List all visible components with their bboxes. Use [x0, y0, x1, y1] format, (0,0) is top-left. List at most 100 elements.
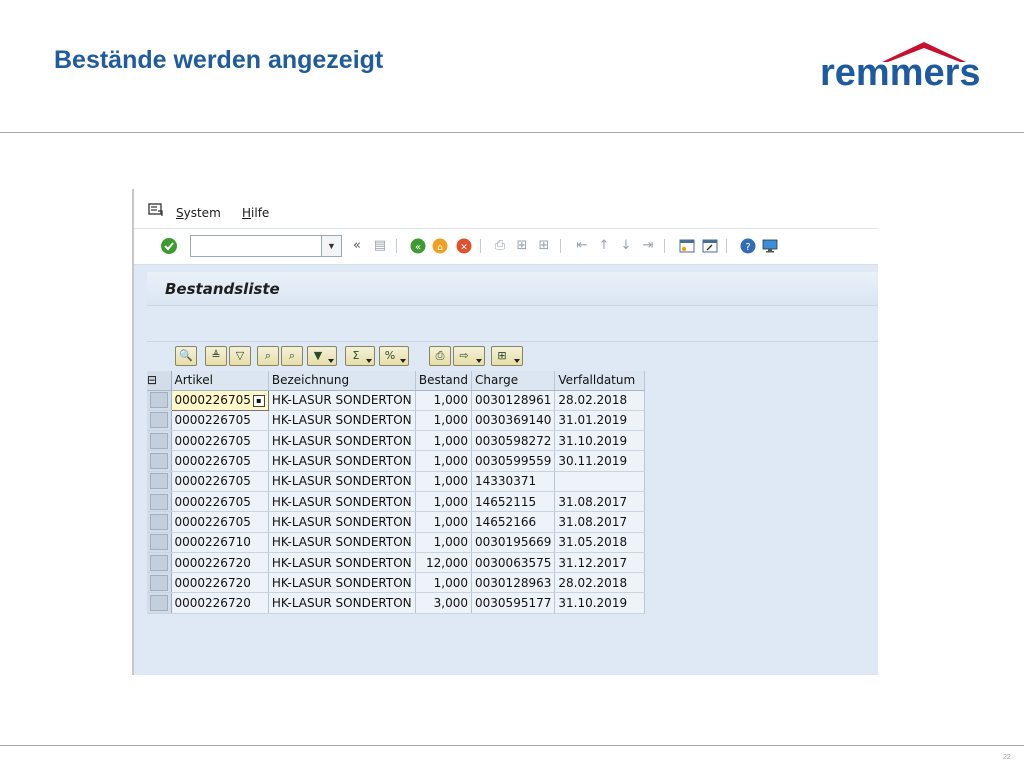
- cell-charge[interactable]: 0030598272: [471, 430, 556, 452]
- cell-bestand[interactable]: 3,000: [415, 592, 473, 614]
- print-icon[interactable]: ⎙: [492, 238, 508, 254]
- column-header-charge[interactable]: Charge: [471, 371, 556, 391]
- customize-layout-icon[interactable]: [762, 238, 778, 254]
- first-page-icon[interactable]: ⇤: [574, 238, 590, 254]
- cell-charge[interactable]: 0030369140: [471, 410, 556, 432]
- cell-bezeichnung[interactable]: HK-LASUR SONDERTON: [268, 491, 416, 513]
- cell-verfalldatum[interactable]: 31.10.2019: [554, 430, 646, 452]
- help-icon[interactable]: ?: [740, 238, 756, 254]
- cell-bezeichnung[interactable]: HK-LASUR SONDERTON: [268, 592, 416, 614]
- cell-bestand[interactable]: 1,000: [415, 532, 473, 553]
- exit-icon[interactable]: ⌂: [432, 238, 448, 254]
- cell-verfalldatum[interactable]: 31.05.2018: [554, 532, 646, 553]
- layout-button[interactable]: ⊞: [491, 346, 523, 366]
- cell-bestand[interactable]: 12,000: [415, 552, 473, 574]
- cell-bezeichnung[interactable]: HK-LASUR SONDERTON: [268, 410, 416, 432]
- sort-ascending-button[interactable]: ≜: [205, 346, 227, 366]
- cancel-icon[interactable]: ✕: [456, 238, 472, 254]
- table-row[interactable]: 0000226720 HK-LASUR SONDERTON 1,000 0030…: [147, 572, 646, 594]
- table-row[interactable]: 0000226705 HK-LASUR SONDERTON 1,000 0030…: [147, 430, 646, 452]
- row-selector[interactable]: [147, 592, 172, 614]
- cell-artikel[interactable]: 0000226710: [171, 532, 269, 553]
- row-selector[interactable]: [147, 552, 172, 574]
- row-selector[interactable]: [147, 390, 172, 411]
- find-next-icon[interactable]: ⊞: [536, 238, 552, 254]
- export-button[interactable]: ⇨: [453, 346, 485, 366]
- cell-artikel[interactable]: 0000226720: [171, 592, 269, 614]
- cell-artikel[interactable]: 0000226705: [171, 491, 269, 513]
- column-header-artikel[interactable]: Artikel: [171, 371, 269, 391]
- table-row[interactable]: 0000226705 HK-LASUR SONDERTON 1,000 0030…: [147, 410, 646, 432]
- cell-bezeichnung[interactable]: HK-LASUR SONDERTON: [268, 430, 416, 452]
- cell-bestand[interactable]: 1,000: [415, 390, 473, 411]
- table-row[interactable]: 0000226705 HK-LASUR SONDERTON 1,000 1465…: [147, 511, 646, 533]
- details-button[interactable]: 🔍: [175, 346, 197, 366]
- value-help-icon[interactable]: ▪: [252, 394, 265, 407]
- select-all-icon[interactable]: ⊟: [147, 371, 172, 391]
- cell-bezeichnung[interactable]: HK-LASUR SONDERTON: [268, 511, 416, 533]
- menu-hilfe[interactable]: Hilfe: [242, 206, 269, 220]
- previous-page-icon[interactable]: ↑: [596, 238, 612, 254]
- next-page-icon[interactable]: ↓: [618, 238, 634, 254]
- cell-charge[interactable]: 0030128961: [471, 390, 556, 411]
- menu-window-icon[interactable]: [148, 203, 164, 217]
- cell-charge[interactable]: 14652166: [471, 511, 556, 533]
- cell-artikel[interactable]: 0000226720: [171, 572, 269, 594]
- save-icon[interactable]: ▤: [372, 238, 388, 254]
- cell-bestand[interactable]: 1,000: [415, 450, 473, 472]
- table-row[interactable]: 0000226720 HK-LASUR SONDERTON 12,000 003…: [147, 552, 646, 574]
- row-selector[interactable]: [147, 430, 172, 452]
- cell-charge[interactable]: 0030063575: [471, 552, 556, 574]
- cell-artikel[interactable]: 0000226705: [171, 430, 269, 452]
- cell-artikel[interactable]: 0000226705 ▪: [170, 389, 269, 411]
- cell-bezeichnung[interactable]: HK-LASUR SONDERTON: [268, 390, 416, 411]
- cell-charge[interactable]: 0030599559: [471, 450, 556, 472]
- cell-verfalldatum[interactable]: 28.02.2018: [554, 390, 646, 411]
- row-selector[interactable]: [147, 471, 172, 492]
- column-header-bestand[interactable]: Bestand: [415, 371, 473, 391]
- find-button[interactable]: ⌕: [257, 346, 279, 366]
- table-row[interactable]: 0000226720 HK-LASUR SONDERTON 3,000 0030…: [147, 592, 646, 614]
- cell-bezeichnung[interactable]: HK-LASUR SONDERTON: [268, 552, 416, 574]
- row-selector[interactable]: [147, 491, 172, 513]
- shortcut-icon[interactable]: [702, 238, 718, 254]
- cell-bestand[interactable]: 1,000: [415, 410, 473, 432]
- cell-verfalldatum[interactable]: 31.01.2019: [554, 410, 646, 432]
- table-row[interactable]: 0000226705 HK-LASUR SONDERTON 1,000 1433…: [147, 471, 646, 492]
- cell-bezeichnung[interactable]: HK-LASUR SONDERTON: [268, 450, 416, 472]
- find-icon[interactable]: ⊞: [514, 238, 530, 254]
- cell-verfalldatum[interactable]: 31.08.2017: [554, 511, 646, 533]
- cell-bestand[interactable]: 1,000: [415, 491, 473, 513]
- cell-bestand[interactable]: 1,000: [415, 471, 473, 492]
- cell-bestand[interactable]: 1,000: [415, 572, 473, 594]
- create-session-icon[interactable]: [679, 238, 695, 254]
- cell-artikel[interactable]: 0000226705: [171, 410, 269, 432]
- cell-charge[interactable]: 14330371: [471, 471, 556, 492]
- cell-verfalldatum[interactable]: 28.02.2018: [554, 572, 646, 594]
- cell-charge[interactable]: 14652115: [471, 491, 556, 513]
- command-dropdown-icon[interactable]: ▼: [321, 236, 341, 256]
- row-selector[interactable]: [147, 572, 172, 594]
- table-row[interactable]: 0000226710 HK-LASUR SONDERTON 1,000 0030…: [147, 532, 646, 553]
- subtotal-button[interactable]: %: [379, 346, 409, 366]
- row-selector[interactable]: [147, 532, 172, 553]
- table-row[interactable]: 0000226705 HK-LASUR SONDERTON 1,000 1465…: [147, 491, 646, 513]
- cell-bestand[interactable]: 1,000: [415, 511, 473, 533]
- cell-charge[interactable]: 0030128963: [471, 572, 556, 594]
- cell-charge[interactable]: 0030195669: [471, 532, 556, 553]
- cell-bezeichnung[interactable]: HK-LASUR SONDERTON: [268, 532, 416, 553]
- last-page-icon[interactable]: ⇥: [640, 238, 656, 254]
- table-row[interactable]: 0000226705 ▪ HK-LASUR SONDERTON 1,000 003…: [147, 389, 646, 411]
- column-header-bezeichnung[interactable]: Bezeichnung: [268, 371, 416, 391]
- cell-charge[interactable]: 0030595177: [471, 592, 556, 614]
- cell-artikel[interactable]: 0000226705: [171, 450, 269, 472]
- sum-button[interactable]: Σ: [345, 346, 375, 366]
- cell-bezeichnung[interactable]: HK-LASUR SONDERTON: [268, 471, 416, 492]
- row-selector[interactable]: [147, 511, 172, 533]
- cell-artikel[interactable]: 0000226720: [171, 552, 269, 574]
- command-field[interactable]: ▼: [190, 235, 342, 257]
- find-next-button[interactable]: ⌕: [281, 346, 303, 366]
- print-preview-button[interactable]: ⎙: [429, 346, 451, 366]
- cell-verfalldatum[interactable]: [554, 471, 646, 492]
- collapse-chevron-icon[interactable]: «: [349, 238, 365, 254]
